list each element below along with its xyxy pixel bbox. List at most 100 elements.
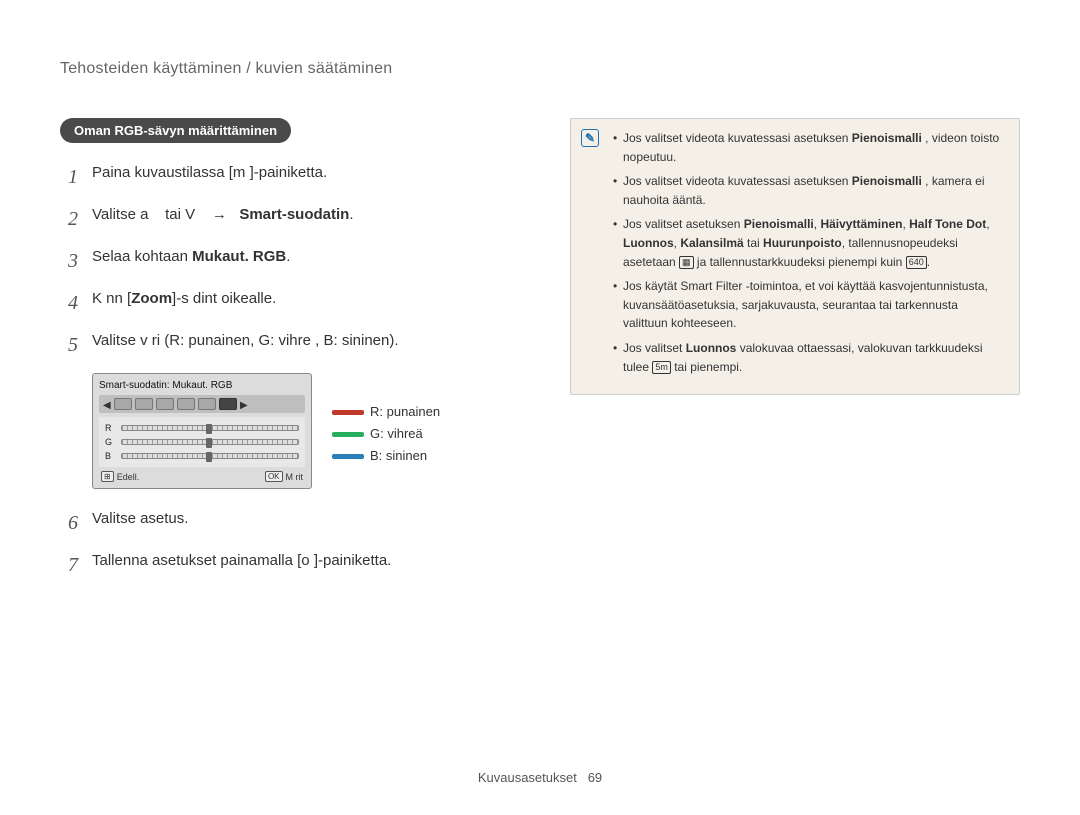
section-pill: Oman RGB-sävyn määrittäminen bbox=[60, 118, 291, 143]
legend-g: G: vihreä bbox=[332, 423, 440, 445]
text: M rit bbox=[286, 472, 304, 482]
text: . bbox=[286, 248, 290, 265]
slider-row-g: G bbox=[105, 435, 299, 449]
legend-label: R: punainen bbox=[370, 401, 440, 423]
legend-r: R: punainen bbox=[332, 401, 440, 423]
page-header: Tehosteiden käyttäminen / kuvien säätämi… bbox=[60, 60, 1020, 78]
left-column: Oman RGB-sävyn määrittäminen 1 Paina kuv… bbox=[60, 118, 520, 593]
note-item: Jos valitset videota kuvatessasi asetuks… bbox=[613, 129, 1005, 166]
legend-label: B: sininen bbox=[370, 445, 427, 467]
slider-track bbox=[121, 453, 299, 459]
step-text: Valitse v ri (R: punainen, G: vihre , B:… bbox=[92, 329, 520, 353]
step-number: 7 bbox=[60, 549, 78, 581]
text: Tallenna asetukset painamalla [o bbox=[92, 552, 310, 569]
device-preview-area: Smart-suodatin: Mukaut. RGB ◀ ▶ R bbox=[92, 373, 520, 489]
resolution-5m-icon: 5m bbox=[652, 361, 671, 374]
steps-list-bottom: 6 Valitse asetus. 7 Tallenna asetukset p… bbox=[60, 507, 520, 581]
text: ]-s dint oikealle. bbox=[172, 290, 276, 307]
footer-section: Kuvausasetukset bbox=[478, 770, 577, 785]
text: Jos valitset asetuksen bbox=[623, 217, 744, 231]
rgb-slider-panel: R G B bbox=[99, 417, 305, 467]
text-bold: Pienoismalli bbox=[852, 174, 922, 188]
note-item: Jos valitset videota kuvatessasi asetuks… bbox=[613, 172, 1005, 209]
note-box: ✎ Jos valitset videota kuvatessasi asetu… bbox=[570, 118, 1020, 395]
text-bold: Pienoismalli bbox=[852, 131, 922, 145]
legend-bar-red bbox=[332, 410, 364, 415]
step-6: 6 Valitse asetus. bbox=[60, 507, 520, 539]
text: Paina kuvaustilassa [m bbox=[92, 164, 245, 181]
text-bold: Zoom bbox=[131, 290, 172, 307]
step-3: 3 Selaa kohtaan Mukaut. RGB. bbox=[60, 245, 520, 277]
ok-hint: OK M rit bbox=[265, 471, 303, 482]
text-bold: Mukaut. RGB bbox=[192, 248, 286, 265]
legend-label: G: vihreä bbox=[370, 423, 423, 445]
text: tai V bbox=[165, 206, 195, 223]
device-title: Smart-suodatin: Mukaut. RGB bbox=[99, 380, 305, 391]
text: Jos valitset videota kuvatessasi asetuks… bbox=[623, 131, 852, 145]
step-text: Tallenna asetukset painamalla [o ]-paini… bbox=[92, 549, 520, 573]
arrow-icon: → bbox=[212, 206, 227, 223]
text: tai pienempi. bbox=[671, 360, 742, 374]
slider-marker bbox=[206, 424, 212, 434]
tab-icon bbox=[114, 398, 132, 410]
device-footer: ⊞ Edell. OK M rit bbox=[99, 471, 305, 482]
page-footer: Kuvausasetukset 69 bbox=[0, 770, 1080, 785]
step-text: K nn [Zoom]-s dint oikealle. bbox=[92, 287, 520, 311]
text: . bbox=[349, 206, 353, 223]
step-text: Selaa kohtaan Mukaut. RGB. bbox=[92, 245, 520, 269]
step-text: Valitse asetus. bbox=[92, 507, 520, 531]
slider-label: R bbox=[105, 423, 115, 433]
text-bold: Häivyttäminen bbox=[820, 217, 902, 231]
color-legend: R: punainen G: vihreä B: sininen bbox=[332, 401, 440, 467]
step-number: 1 bbox=[60, 161, 78, 193]
text-bold: Kalansilmä bbox=[680, 236, 743, 250]
slider-label: B bbox=[105, 451, 115, 461]
slider-row-r: R bbox=[105, 421, 299, 435]
text: ]-painiketta. bbox=[250, 164, 328, 181]
step-4: 4 K nn [Zoom]-s dint oikealle. bbox=[60, 287, 520, 319]
legend-bar-blue bbox=[332, 454, 364, 459]
text: Selaa kohtaan bbox=[92, 248, 192, 265]
step-number: 4 bbox=[60, 287, 78, 319]
tab-icon bbox=[135, 398, 153, 410]
text: Valitse a bbox=[92, 206, 148, 223]
note-item: Jos käytät Smart Filter -toimintoa, et v… bbox=[613, 277, 1005, 333]
text: . bbox=[927, 255, 930, 269]
step-2: 2 Valitse a tai V → Smart-suodatin. bbox=[60, 203, 520, 235]
filter-tab-row: ◀ ▶ bbox=[99, 395, 305, 413]
text-bold: Smart-suodatin bbox=[239, 206, 349, 223]
step-number: 5 bbox=[60, 329, 78, 361]
legend-b: B: sininen bbox=[332, 445, 440, 467]
note-item: Jos valitset Luonnos valokuvaa ottaessas… bbox=[613, 339, 1005, 376]
text: , bbox=[986, 217, 989, 231]
text-bold: Huurunpoisto bbox=[763, 236, 842, 250]
step-5: 5 Valitse v ri (R: punainen, G: vihre , … bbox=[60, 329, 520, 361]
steps-list-top: 1 Paina kuvaustilassa [m ]-painiketta. 2… bbox=[60, 161, 520, 361]
slider-marker bbox=[206, 438, 212, 448]
right-column: ✎ Jos valitset videota kuvatessasi asetu… bbox=[570, 118, 1020, 395]
legend-bar-green bbox=[332, 432, 364, 437]
step-text: Valitse a tai V → Smart-suodatin. bbox=[92, 203, 520, 227]
step-7: 7 Tallenna asetukset painamalla [o ]-pai… bbox=[60, 549, 520, 581]
tab-icon bbox=[198, 398, 216, 410]
info-icon: ✎ bbox=[581, 129, 599, 147]
text: Edell. bbox=[117, 472, 140, 482]
note-item: Jos valitset asetuksen Pienoismalli, Häi… bbox=[613, 215, 1005, 271]
arrow-left-icon: ◀ bbox=[103, 400, 111, 408]
step-number: 3 bbox=[60, 245, 78, 277]
step-1: 1 Paina kuvaustilassa [m ]-painiketta. bbox=[60, 161, 520, 193]
back-hint: ⊞ Edell. bbox=[101, 471, 139, 482]
device-screen: Smart-suodatin: Mukaut. RGB ◀ ▶ R bbox=[92, 373, 312, 489]
text-bold: Luonnos bbox=[623, 236, 674, 250]
text: ]-painiketta. bbox=[314, 552, 392, 569]
slider-marker bbox=[206, 452, 212, 462]
step-number: 2 bbox=[60, 203, 78, 235]
slider-row-b: B bbox=[105, 449, 299, 463]
text: Jos valitset videota kuvatessasi asetuks… bbox=[623, 174, 852, 188]
grid-icon: ⊞ bbox=[101, 471, 114, 482]
slider-track bbox=[121, 439, 299, 445]
slider-label: G bbox=[105, 437, 115, 447]
step-text: Paina kuvaustilassa [m ]-painiketta. bbox=[92, 161, 520, 185]
text: tai bbox=[744, 236, 763, 250]
text: K nn [ bbox=[92, 290, 131, 307]
